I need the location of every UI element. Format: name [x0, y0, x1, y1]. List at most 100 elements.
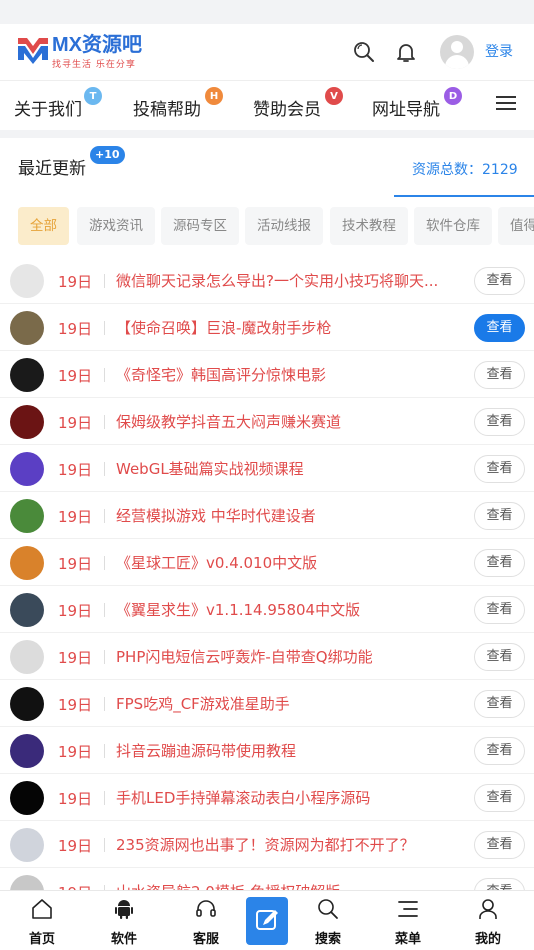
list-item[interactable]: 19日 抖音云蹦迪源码带使用教程 查看 [0, 727, 534, 774]
thumbnail [10, 781, 44, 815]
view-button[interactable]: 查看 [474, 549, 525, 577]
item-day: 19日 [58, 273, 93, 291]
tab-worth[interactable]: 值得 [498, 207, 534, 245]
latest-count-badge: +10 [90, 146, 125, 164]
list-item[interactable]: 19日 保姆级教学抖音五大闷声赚米赛道 查看 [0, 398, 534, 445]
latest-title: 最近更新 [18, 159, 86, 179]
tab-service[interactable]: 客服 [176, 891, 236, 950]
list-item[interactable]: 19日 【使命召唤】巨浪-魔改射手步枪 查看 [0, 304, 534, 351]
publish-button[interactable] [246, 897, 288, 945]
tab-activities[interactable]: 活动线报 [245, 207, 323, 245]
item-title[interactable]: 经营模拟游戏 中华时代建设者 [116, 505, 456, 526]
nav-badge: T [84, 87, 102, 105]
latest-section-header: 最近更新 +10 资源总数：2129 [0, 138, 534, 198]
item-day: 19日 [58, 320, 93, 338]
nav-badge: D [444, 87, 462, 105]
item-title[interactable]: 抖音云蹦迪源码带使用教程 [116, 740, 456, 761]
item-day: 19日 [58, 461, 93, 479]
hamburger-menu-icon[interactable] [494, 91, 518, 115]
view-button[interactable]: 查看 [474, 361, 525, 389]
list-item[interactable]: 19日 235资源网也出事了！资源网为都打不开了？ 查看 [0, 821, 534, 868]
view-button[interactable]: 查看 [474, 784, 525, 812]
tab-profile[interactable]: 我的 [458, 891, 518, 950]
view-button[interactable]: 查看 [474, 502, 525, 530]
item-day: 19日 [58, 508, 93, 526]
nav-badge: V [325, 87, 343, 105]
list-item[interactable]: 19日 手机LED手持弹幕滚动表白小程序源码 查看 [0, 774, 534, 821]
tab-software[interactable]: 软件 [94, 891, 154, 950]
item-day: 19日 [58, 367, 93, 385]
view-button[interactable]: 查看 [474, 267, 525, 295]
avatar[interactable] [440, 35, 474, 69]
tab-all[interactable]: 全部 [18, 207, 69, 245]
item-title[interactable]: 《翼星求生》v1.1.14.95804中文版 [116, 599, 456, 620]
list-item[interactable]: 19日 微信聊天记录怎么导出?一个实用小技巧将聊天... 查看 [0, 257, 534, 304]
item-title[interactable]: 手机LED手持弹幕滚动表白小程序源码 [116, 787, 456, 808]
thumbnail [10, 640, 44, 674]
view-button[interactable]: 查看 [474, 455, 525, 483]
nav-item-help[interactable]: 投稿帮助 H [133, 87, 223, 120]
site-logo[interactable]: MX资源吧 找寻生活 乐在分享 [16, 34, 142, 70]
item-title[interactable]: 235资源网也出事了！资源网为都打不开了？ [116, 834, 456, 855]
list-item[interactable]: 19日 FPS吃鸡_CF游戏准星助手 查看 [0, 680, 534, 727]
list-item[interactable]: 19日 PHP闪电短信云呼轰炸-自带查Q绑功能 查看 [0, 633, 534, 680]
list-item[interactable]: 19日 WebGL基础篇实战视频课程 查看 [0, 445, 534, 492]
list-item[interactable]: 19日 《奇怪宅》韩国高评分惊悚电影 查看 [0, 351, 534, 398]
list-item[interactable]: 19日 经营模拟游戏 中华时代建设者 查看 [0, 492, 534, 539]
thumbnail [10, 828, 44, 862]
search-icon[interactable] [350, 38, 378, 66]
item-title[interactable]: 《星球工匠》v0.4.010中文版 [116, 552, 456, 573]
item-title[interactable]: 微信聊天记录怎么导出?一个实用小技巧将聊天... [116, 270, 456, 291]
home-icon [30, 897, 54, 921]
tab-game-news[interactable]: 游戏资讯 [77, 207, 155, 245]
view-button[interactable]: 查看 [474, 878, 525, 890]
total-underline [394, 195, 534, 197]
login-link[interactable]: 登录 [485, 41, 513, 61]
item-title[interactable]: 【使命召唤】巨浪-魔改射手步枪 [116, 317, 456, 338]
thumbnail [10, 687, 44, 721]
view-button[interactable]: 查看 [474, 314, 525, 342]
list-item[interactable]: 19日 《翼星求生》v1.1.14.95804中文版 查看 [0, 586, 534, 633]
item-day: 19日 [58, 555, 93, 573]
tab-tutorials[interactable]: 技术教程 [330, 207, 408, 245]
item-day: 19日 [58, 414, 93, 432]
nav-item-about[interactable]: 关于我们 T [14, 87, 102, 120]
item-title[interactable]: PHP闪电短信云呼轰炸-自带查Q绑功能 [116, 646, 456, 667]
tab-menu[interactable]: 菜单 [378, 891, 438, 950]
view-button[interactable]: 查看 [474, 737, 525, 765]
nav-item-vip[interactable]: 赞助会员 V [253, 87, 343, 120]
view-button[interactable]: 查看 [474, 596, 525, 624]
nav-item-label: 网址导航 [372, 100, 440, 120]
tab-software[interactable]: 软件仓库 [414, 207, 492, 245]
view-button[interactable]: 查看 [474, 831, 525, 859]
main-nav: 关于我们 T 投稿帮助 H 赞助会员 V 网址导航 D [0, 80, 534, 130]
bottom-tab-bar: 首页 软件 客服 搜索 菜单 我的 [0, 890, 534, 950]
resource-total[interactable]: 资源总数：2129 [412, 159, 518, 179]
search-icon [316, 897, 340, 921]
thumbnail [10, 875, 44, 890]
thumbnail [10, 593, 44, 627]
user-icon [476, 897, 500, 921]
view-button[interactable]: 查看 [474, 643, 525, 671]
view-button[interactable]: 查看 [474, 690, 525, 718]
item-day: 19日 [58, 696, 93, 714]
tab-search[interactable]: 搜索 [298, 891, 358, 950]
tab-source-code[interactable]: 源码专区 [161, 207, 239, 245]
view-button[interactable]: 查看 [474, 408, 525, 436]
bell-icon[interactable] [392, 38, 420, 66]
item-title[interactable]: WebGL基础篇实战视频课程 [116, 458, 456, 479]
item-title[interactable]: FPS吃鸡_CF游戏准星助手 [116, 693, 456, 714]
item-title[interactable]: 《奇怪宅》韩国高评分惊悚电影 [116, 364, 456, 385]
item-title[interactable]: 山水资导航2.0模板-免授权破解版 [116, 881, 456, 890]
nav-item-links[interactable]: 网址导航 D [372, 87, 462, 120]
android-icon [112, 897, 136, 921]
nav-item-label: 投稿帮助 [133, 100, 201, 120]
tab-label: 搜索 [314, 932, 341, 947]
list-item[interactable]: 19日 《星球工匠》v0.4.010中文版 查看 [0, 539, 534, 586]
item-day: 19日 [58, 743, 93, 761]
item-title[interactable]: 保姆级教学抖音五大闷声赚米赛道 [116, 411, 456, 432]
list-item[interactable]: 19日 山水资导航2.0模板-免授权破解版 查看 [0, 868, 534, 890]
page: MX资源吧 找寻生活 乐在分享 登录 关于我们 T 投稿帮助 H 赞助会员 V … [0, 0, 534, 950]
tab-home[interactable]: 首页 [12, 891, 72, 950]
tab-label: 首页 [28, 932, 55, 947]
